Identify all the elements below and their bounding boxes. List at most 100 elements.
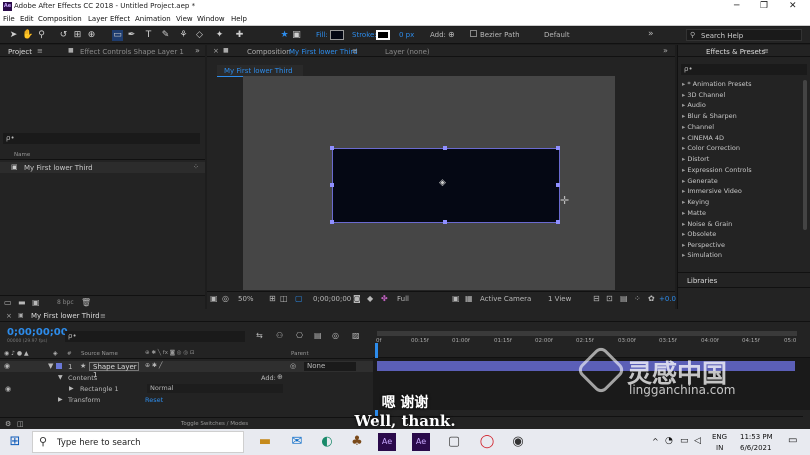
roto-brush-tool-icon[interactable]: ✦ [214, 30, 225, 41]
menu-edit[interactable]: Edit [20, 15, 34, 23]
effects-item[interactable]: Distort [682, 155, 709, 163]
obs-studio-icon[interactable]: ◉ [509, 433, 527, 451]
file-explorer-icon[interactable]: ▬ [256, 433, 274, 451]
workspace-default[interactable]: Default [544, 31, 570, 39]
add-circle-icon[interactable]: ⊕ [277, 373, 283, 381]
effects-item[interactable]: Color Correction [682, 144, 740, 152]
after-effects-taskbar-icon[interactable]: Ae [378, 433, 396, 451]
bpc-label[interactable]: 8 bpc [57, 299, 74, 306]
rectangle-shape[interactable]: ◈ [330, 146, 560, 224]
eraser-tool-icon[interactable]: ◇ [194, 30, 205, 41]
pinned-app-icon[interactable]: ♣ [348, 433, 366, 451]
region-icon[interactable]: ◎ [222, 294, 229, 303]
hide-shy-icon[interactable]: ⎔ [296, 331, 303, 340]
modes-toggle-icon[interactable]: ◫ [17, 420, 24, 428]
exposure-icon[interactable]: ✿ [648, 294, 655, 303]
selection-tool-icon[interactable]: ➤ [8, 30, 19, 41]
menu-file[interactable]: File [3, 15, 15, 23]
draft-3d-icon[interactable]: ⚇ [276, 331, 283, 340]
tab-composition-prefix[interactable]: Composition [247, 48, 291, 56]
workspace-overflow-icon[interactable]: » [648, 29, 654, 39]
language-indicator[interactable]: ENG [712, 433, 727, 441]
comp-mini-flowchart-icon[interactable]: ⇆ [256, 331, 263, 340]
handle-top-right[interactable] [556, 146, 560, 150]
new-folder-icon[interactable]: ▬ [18, 298, 26, 307]
effects-item[interactable]: Generate [682, 177, 717, 185]
pan-behind-tool-icon[interactable]: ⊕ [86, 30, 97, 41]
handle-bottom-center[interactable] [443, 220, 447, 224]
views-dropdown[interactable]: 1 View [548, 295, 571, 303]
blend-mode-dropdown[interactable]: Normal [147, 384, 283, 393]
snap-icon[interactable]: ▢ [295, 294, 303, 303]
fast-preview-icon[interactable]: ⊡ [606, 294, 613, 303]
effects-item[interactable]: Audio [682, 101, 705, 109]
column-source-name[interactable]: Source Name [81, 351, 118, 357]
stroke-swatch[interactable] [376, 30, 390, 40]
effects-item[interactable]: Perspective [682, 241, 725, 249]
twirl-open-icon[interactable]: ▼ [58, 374, 63, 381]
close-tab-icon[interactable]: × [213, 47, 219, 55]
camera-dropdown[interactable]: Active Camera [480, 295, 531, 303]
handle-top-center[interactable] [443, 146, 447, 150]
anchor-point-icon[interactable]: ◈ [439, 178, 446, 188]
minimize-icon[interactable]: ─ [734, 1, 739, 11]
clock-date[interactable]: 6/6/2021 [740, 444, 771, 452]
twirl-closed-icon[interactable]: ▶ [69, 385, 74, 392]
mask-visibility-icon[interactable]: ◫ [280, 294, 288, 303]
mail-icon[interactable]: ✉ [288, 433, 306, 451]
effects-item[interactable]: Channel [682, 123, 714, 131]
stroke-width-value[interactable]: 0 px [399, 31, 414, 39]
tab-libraries[interactable]: Libraries [687, 277, 717, 285]
effects-item[interactable]: Immersive Video [682, 187, 742, 195]
type-tool-icon[interactable]: T [143, 30, 154, 41]
layer-name-box[interactable]: Shape Layer 1 [89, 362, 139, 379]
visibility-eye-icon[interactable]: ◉ [4, 362, 10, 370]
grid-icon[interactable]: ⊞ [269, 294, 276, 303]
visibility-eye-icon[interactable]: ◉ [5, 385, 11, 393]
timeline-search-input[interactable]: ρ• [65, 331, 245, 342]
layer-switches-toggle-icon[interactable]: ⚙ [5, 420, 11, 428]
rectangle-tool-icon[interactable]: ▭ [112, 30, 123, 41]
zoom-tool-icon[interactable]: ⚲ [36, 30, 47, 41]
region-indicator[interactable]: IN [716, 444, 723, 452]
roi-icon[interactable]: ▣ [452, 294, 460, 303]
restore-icon[interactable]: ❐ [760, 1, 768, 11]
effects-search-input[interactable]: ρ• [681, 64, 807, 75]
volume-icon[interactable]: ◁ [694, 436, 701, 446]
twirl-closed-icon[interactable]: ▶ [58, 396, 63, 403]
new-comp-icon[interactable]: ▣ [32, 298, 40, 307]
panel-menu-icon[interactable]: ≡ [37, 47, 43, 55]
channels-icon[interactable]: ✤ [381, 294, 388, 303]
timeline-icon[interactable]: ▤ [620, 294, 628, 303]
handle-middle-left[interactable] [330, 183, 334, 187]
exposure-value[interactable]: +0.0 [659, 295, 676, 303]
brush-tool-icon[interactable]: ✎ [160, 30, 171, 41]
motion-blur-icon[interactable]: ◎ [332, 331, 339, 340]
handle-bottom-right[interactable] [556, 220, 560, 224]
effects-item[interactable]: CINEMA 4D [682, 134, 724, 142]
lock-icon[interactable]: ■ [68, 47, 74, 54]
layer-switches[interactable]: ⊕ ✱ ╱ [145, 362, 162, 369]
effects-item[interactable]: Obsolete [682, 230, 716, 238]
panel-overflow-icon[interactable]: » [663, 46, 668, 55]
trash-icon[interactable]: 🗑 [81, 298, 91, 307]
help-search-box[interactable]: ⚲ Search Help [686, 29, 802, 41]
layer-row[interactable]: ◉ ▼ 1 ★ Shape Layer 1 ⊕ ✱ ╱ ◎ None [0, 361, 373, 379]
effects-item[interactable]: 3D Channel [682, 91, 725, 99]
close-icon[interactable]: ✕ [789, 1, 797, 11]
parent-dropdown[interactable]: None [304, 362, 356, 371]
always-preview-icon[interactable]: ▣ [210, 294, 218, 303]
work-area-bar[interactable] [377, 331, 797, 336]
frame-blending-icon[interactable]: ▤ [314, 331, 322, 340]
panel-menu-icon[interactable]: ≡ [352, 47, 358, 55]
fill-swatch[interactable] [330, 30, 344, 40]
pen-tool-icon[interactable]: ✒ [126, 30, 137, 41]
interpret-footage-icon[interactable]: ▭ [4, 298, 12, 307]
viewer-timecode[interactable]: 0;00;00;00 [313, 295, 351, 303]
effects-item[interactable]: * Animation Presets [682, 80, 751, 88]
zoom-dropdown[interactable]: 50% [238, 295, 254, 303]
taskbar-search-box[interactable]: ⚲ Type here to search [32, 431, 244, 453]
panel-menu-icon[interactable]: ≡ [763, 47, 769, 55]
reset-link[interactable]: Reset [145, 396, 163, 404]
menu-animation[interactable]: Animation [135, 15, 171, 23]
